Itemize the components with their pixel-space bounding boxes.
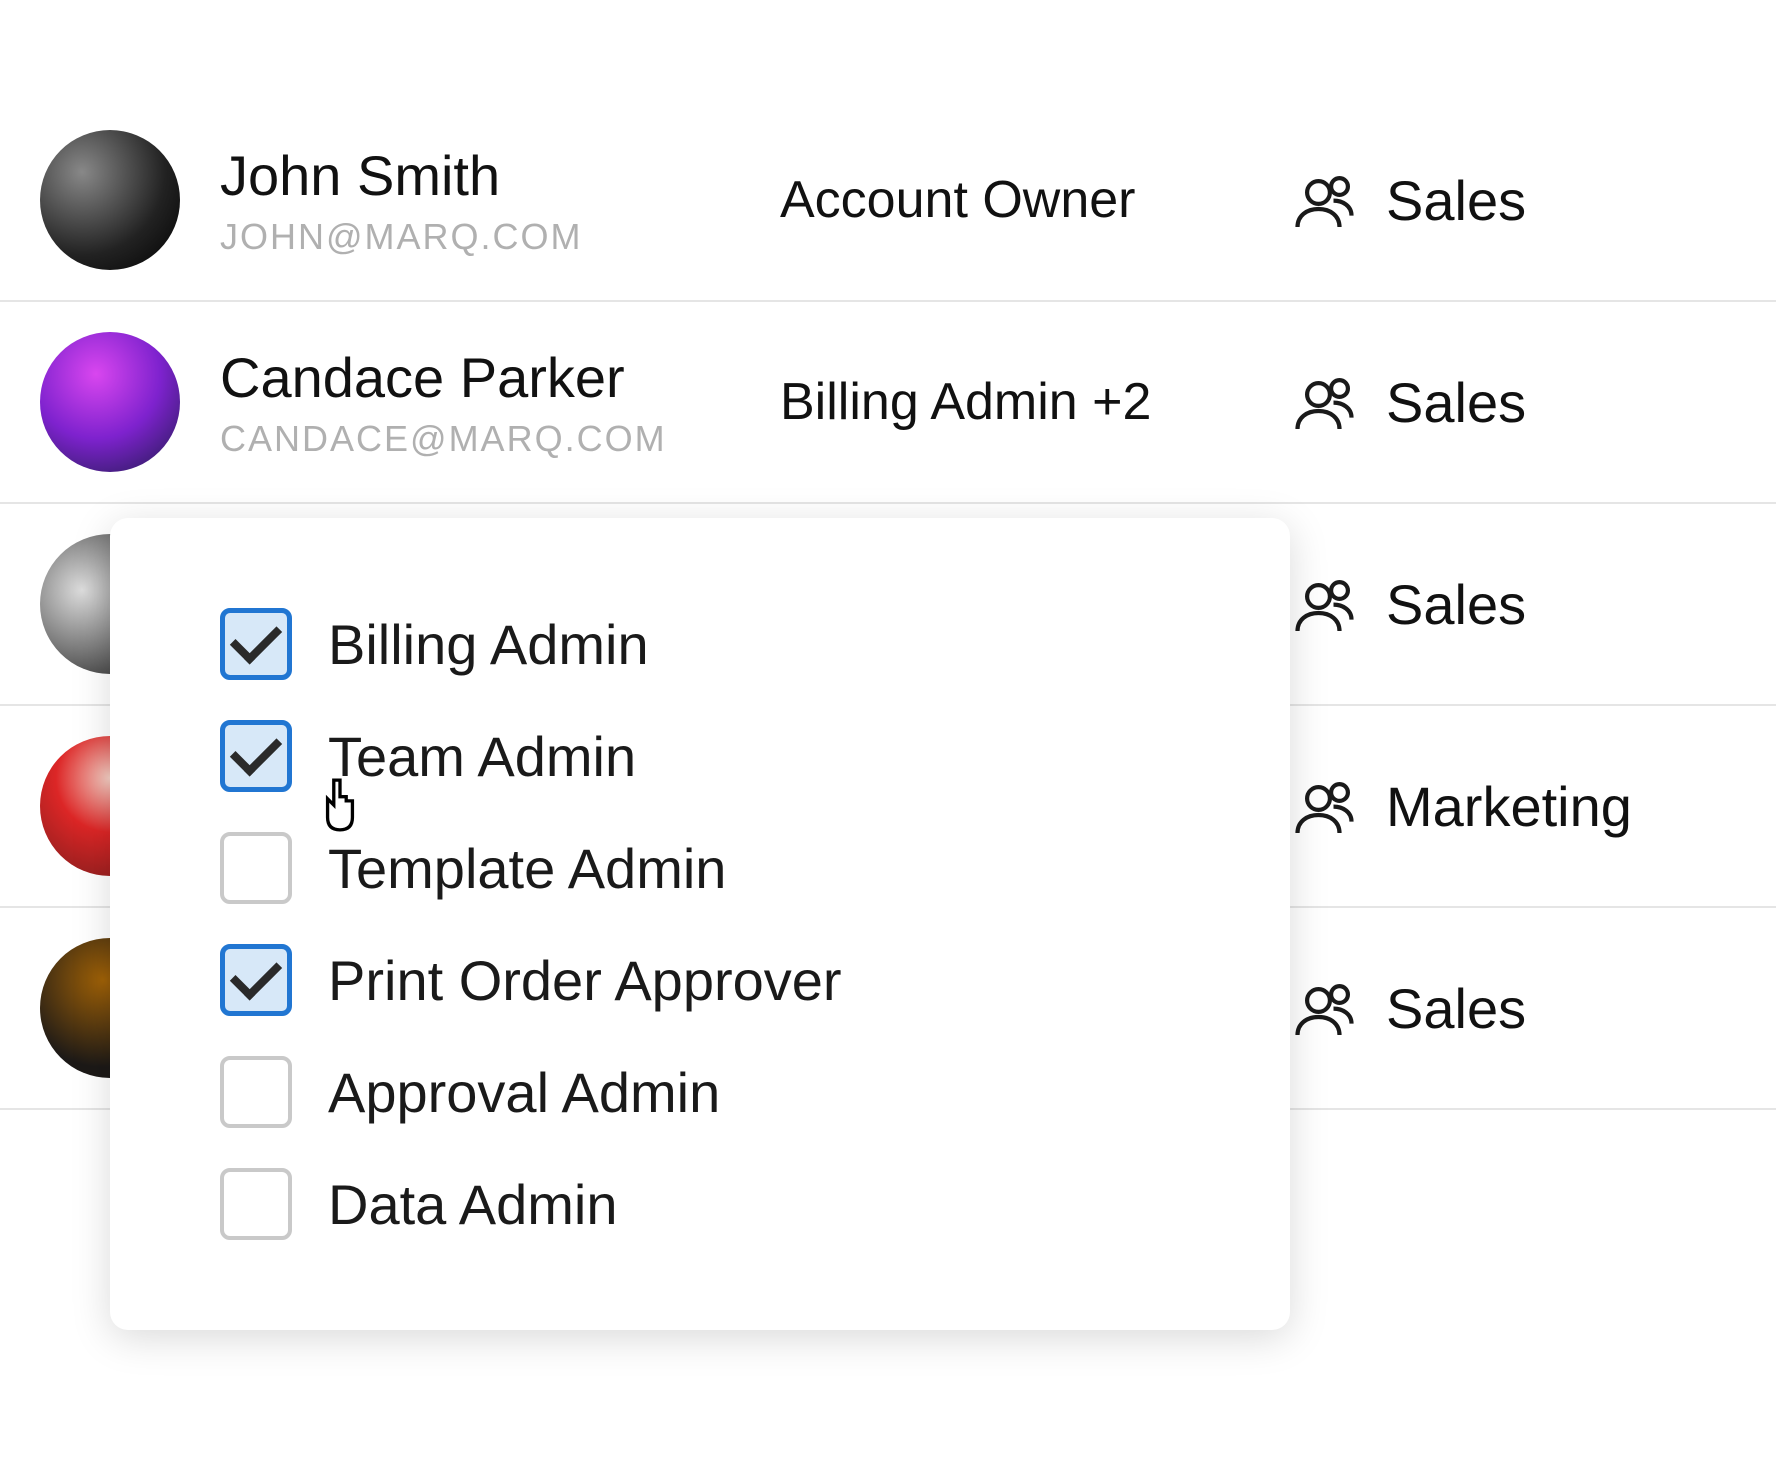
team-cell[interactable]: Sales [1290, 164, 1526, 236]
user-name: John Smith [220, 143, 780, 208]
avatar [40, 130, 180, 270]
role-option-label: Print Order Approver [328, 948, 842, 1013]
checkbox[interactable] [220, 1056, 292, 1128]
group-icon [1290, 770, 1362, 842]
user-email: JOHN@MARQ.COM [220, 216, 780, 258]
role-option[interactable]: Billing Admin [220, 608, 1210, 680]
checkbox[interactable] [220, 1168, 292, 1240]
team-cell[interactable]: Marketing [1290, 770, 1632, 842]
role-option-label: Data Admin [328, 1172, 618, 1237]
role-option-label: Billing Admin [328, 612, 649, 677]
role-cell[interactable]: Billing Admin +2 [780, 372, 1290, 432]
user-name: Candace Parker [220, 345, 780, 410]
team-cell[interactable]: Sales [1290, 568, 1526, 640]
group-icon [1290, 972, 1362, 1044]
team-name: Sales [1386, 976, 1526, 1041]
checkbox[interactable] [220, 720, 292, 792]
role-option[interactable]: Print Order Approver [220, 944, 1210, 1016]
team-name: Marketing [1386, 774, 1632, 839]
team-cell[interactable]: Sales [1290, 366, 1526, 438]
team-name: Sales [1386, 370, 1526, 435]
role-option-label: Team Admin [328, 724, 636, 789]
group-icon [1290, 568, 1362, 640]
user-row[interactable]: Candace Parker CANDACE@MARQ.COM Billing … [0, 302, 1776, 504]
avatar [40, 332, 180, 472]
role-cell[interactable]: Account Owner [780, 170, 1290, 230]
role-option[interactable]: Template Admin [220, 832, 1210, 904]
team-name: Sales [1386, 168, 1526, 233]
check-icon [230, 612, 282, 664]
user-row[interactable]: John Smith JOHN@MARQ.COM Account Owner S… [0, 100, 1776, 302]
group-icon [1290, 164, 1362, 236]
role-option[interactable]: Team Admin [220, 720, 1210, 792]
user-info: John Smith JOHN@MARQ.COM [220, 143, 780, 258]
role-option[interactable]: Data Admin [220, 1168, 1210, 1240]
team-cell[interactable]: Sales [1290, 972, 1526, 1044]
user-email: CANDACE@MARQ.COM [220, 418, 780, 460]
group-icon [1290, 366, 1362, 438]
checkbox[interactable] [220, 608, 292, 680]
role-selector-popup: Billing Admin Team Admin Template Admin … [110, 518, 1290, 1330]
check-icon [230, 724, 282, 776]
checkbox[interactable] [220, 944, 292, 1016]
team-name: Sales [1386, 572, 1526, 637]
role-option-label: Approval Admin [328, 1060, 720, 1125]
user-info: Candace Parker CANDACE@MARQ.COM [220, 345, 780, 460]
role-option-label: Template Admin [328, 836, 726, 901]
checkbox[interactable] [220, 832, 292, 904]
check-icon [230, 948, 282, 1000]
role-option[interactable]: Approval Admin [220, 1056, 1210, 1128]
